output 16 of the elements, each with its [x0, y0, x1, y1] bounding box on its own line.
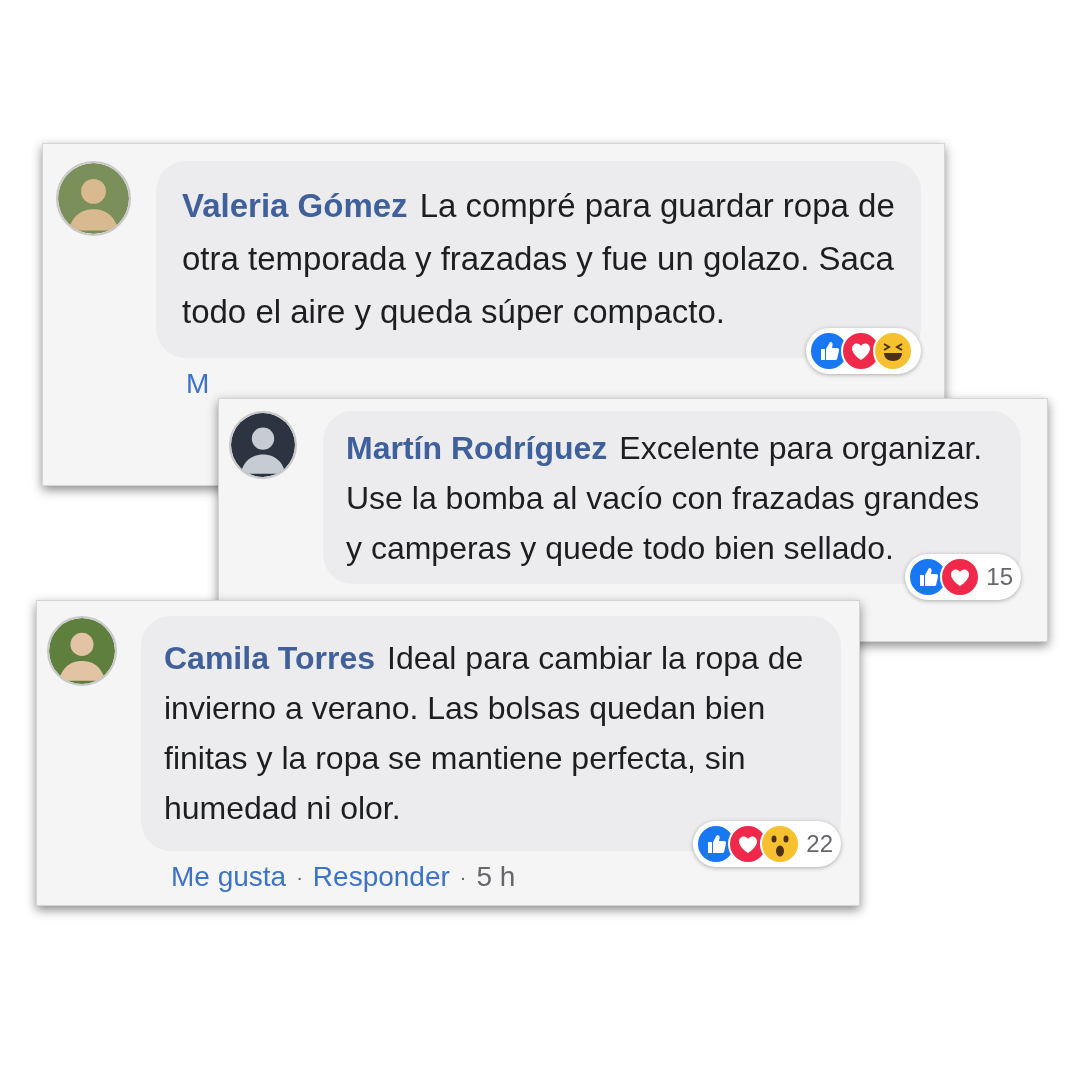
- surprised-reaction-icon: [760, 824, 801, 864]
- reaction-summary[interactable]: [806, 328, 921, 374]
- laughing-reaction-icon: [873, 331, 913, 371]
- heart-reaction-icon: [940, 557, 981, 597]
- comment-text: Valeria Gómez La compré para guardar ropa de otra temporada y frazadas y fue un golazo. Saca todo el aire y queda súper compacto.: [182, 186, 896, 332]
- reaction-count: 22: [806, 829, 833, 859]
- action-link[interactable]: Responder: [312, 859, 450, 895]
- timestamp: 5 h: [476, 860, 516, 894]
- action-link[interactable]: M: [186, 366, 210, 402]
- reaction-count: 15: [986, 562, 1013, 592]
- reaction-summary[interactable]: 15: [905, 554, 1021, 600]
- reaction-summary[interactable]: 22: [693, 821, 841, 867]
- separator-dot: ·: [296, 865, 303, 890]
- separator-dot: ·: [459, 865, 467, 890]
- action-link[interactable]: Me gusta: [171, 859, 287, 895]
- avatar-icon[interactable]: [229, 411, 297, 479]
